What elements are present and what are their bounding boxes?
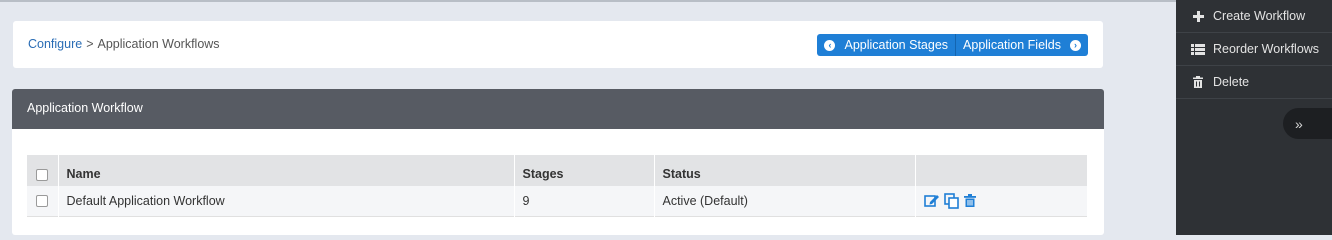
- breadcrumb-bar: Configure > Application Workflows ‹ Applic…: [13, 21, 1103, 68]
- copy-icon[interactable]: [943, 192, 960, 209]
- column-header-name[interactable]: Name: [58, 155, 515, 186]
- workflow-status: Active (Default): [654, 186, 916, 216]
- row-actions: [915, 186, 1088, 216]
- stage-field-button-group: ‹ Application Stages Application Fields …: [817, 34, 1088, 56]
- chevron-left-circle-icon: ‹: [824, 39, 836, 51]
- breadcrumb-separator: >: [86, 37, 94, 51]
- trash-icon[interactable]: [963, 193, 976, 208]
- edit-icon[interactable]: [923, 193, 940, 208]
- breadcrumb: Configure > Application Workflows: [28, 37, 220, 51]
- list-icon: [1191, 43, 1205, 55]
- create-workflow-button[interactable]: Create Workflow: [1176, 0, 1332, 33]
- application-stages-button[interactable]: ‹ Application Stages: [817, 34, 956, 56]
- table-header-row: Name Stages Status: [27, 155, 1088, 186]
- application-workflow-panel: Application Workflow Name Stages Status …: [12, 89, 1104, 235]
- delete-label: Delete: [1213, 75, 1250, 89]
- row-select-cell: [27, 186, 59, 216]
- plus-icon: [1191, 10, 1205, 22]
- top-divider: [0, 0, 1176, 2]
- delete-button[interactable]: Delete: [1176, 66, 1332, 99]
- select-all-checkbox[interactable]: [36, 168, 49, 181]
- row-checkbox[interactable]: [36, 195, 49, 208]
- breadcrumb-current: Application Workflows: [97, 37, 220, 51]
- application-fields-label: Application Fields: [963, 38, 1061, 52]
- application-fields-button[interactable]: Application Fields ›: [955, 34, 1088, 56]
- application-stages-label: Application Stages: [844, 38, 949, 52]
- select-all-cell: [27, 155, 59, 186]
- column-header-stages[interactable]: Stages: [514, 155, 655, 186]
- workflow-table: Name Stages Status Default Application W…: [27, 155, 1088, 217]
- create-workflow-label: Create Workflow: [1213, 9, 1306, 23]
- workflow-name: Default Application Workflow: [58, 186, 515, 216]
- collapse-sidebar-button[interactable]: »: [1283, 108, 1332, 139]
- reorder-workflows-button[interactable]: Reorder Workflows: [1176, 33, 1332, 66]
- chevron-right-circle-icon: ›: [1070, 39, 1081, 51]
- double-chevron-right-icon: »: [1295, 115, 1303, 132]
- trash-icon: [1191, 76, 1205, 88]
- column-header-actions: [915, 155, 1088, 186]
- reorder-workflows-label: Reorder Workflows: [1213, 42, 1320, 56]
- actions-sidebar: Create Workflow Reorder Workflows Delete…: [1176, 0, 1332, 235]
- column-header-status[interactable]: Status: [654, 155, 916, 186]
- table-row[interactable]: Default Application Workflow 9 Active (D…: [27, 186, 1088, 216]
- workflow-stages-count: 9: [514, 186, 655, 216]
- breadcrumb-link-configure[interactable]: Configure: [28, 37, 82, 51]
- panel-title: Application Workflow: [12, 89, 1104, 129]
